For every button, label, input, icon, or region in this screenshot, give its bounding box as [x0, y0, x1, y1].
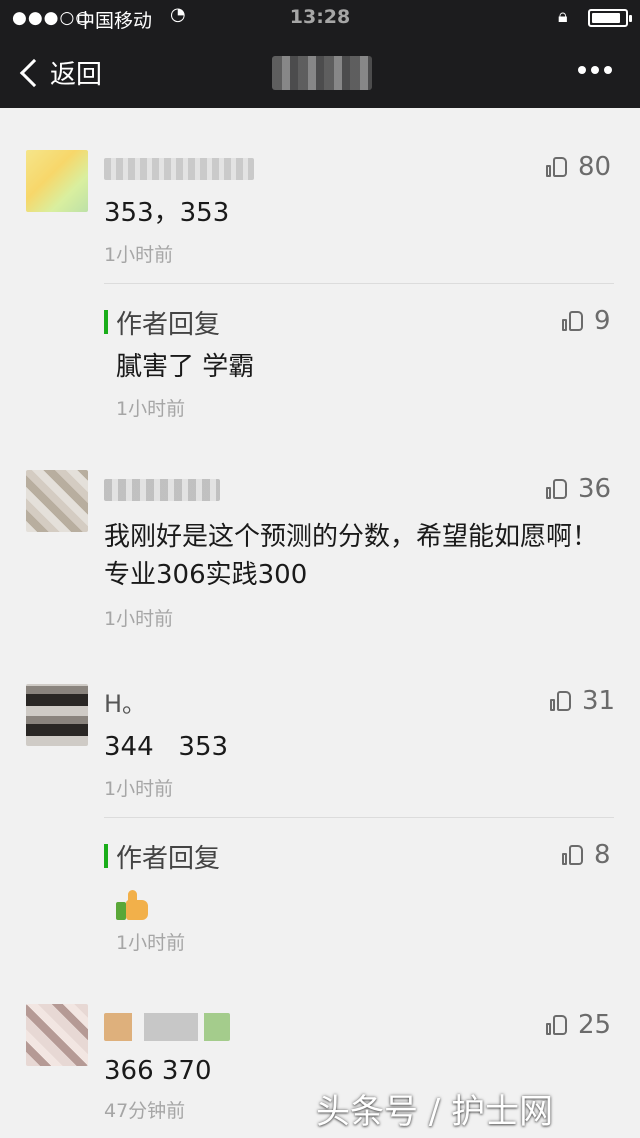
like-count: 8: [594, 840, 611, 870]
battery-icon: [588, 9, 632, 27]
more-dot-icon: [578, 66, 586, 74]
thumbs-up-icon: [546, 156, 568, 178]
rotation-lock-icon: 🔒︎: [558, 6, 568, 27]
like-button[interactable]: 80: [546, 152, 611, 182]
watermark: 头条号 / 护士网: [316, 1092, 554, 1132]
author-reply-label: 作者回复: [116, 310, 221, 340]
thumbs-up-emoji-icon: [116, 890, 152, 920]
reply-indicator-bar: [104, 310, 108, 334]
commenter-name: H。: [104, 690, 147, 718]
like-count: 9: [594, 306, 611, 336]
like-button[interactable]: 36: [546, 474, 611, 504]
commenter-name-blurred: [104, 1013, 230, 1041]
author-reply-label: 作者回复: [116, 844, 221, 874]
like-count: 31: [582, 686, 616, 716]
comment-text: 344 353: [104, 732, 229, 762]
more-dot-icon: [591, 66, 599, 74]
reply-indicator-bar: [104, 844, 108, 868]
comment-time: 47分钟前: [104, 1100, 186, 1122]
thumbs-up-icon: [546, 478, 568, 500]
avatar[interactable]: [26, 1004, 88, 1066]
reply-time: 1小时前: [116, 398, 186, 420]
comment-time: 1小时前: [104, 244, 174, 266]
navigation-bar: 返回: [0, 36, 640, 108]
avatar[interactable]: [26, 150, 88, 212]
back-label: 返回: [50, 60, 103, 90]
avatar[interactable]: [26, 470, 88, 532]
top-bar: ●●●○○ 中国移动 ◔ 13:28 🔒︎ 返回: [0, 0, 640, 108]
comment-time: 1小时前: [104, 608, 174, 630]
back-button[interactable]: 返回: [16, 54, 102, 91]
commenter-name-blurred: [104, 479, 220, 501]
like-button[interactable]: 8: [562, 840, 611, 870]
comment-text: 366 370: [104, 1056, 212, 1086]
like-button[interactable]: 31: [550, 686, 615, 716]
divider: [104, 817, 614, 818]
reply-text: 膩害了 学霸: [116, 352, 255, 382]
like-button[interactable]: 25: [546, 1010, 611, 1040]
status-bar: ●●●○○ 中国移动 ◔ 13:28 🔒︎: [0, 0, 640, 36]
comment-text: 353，353: [104, 198, 230, 228]
divider: [104, 283, 614, 284]
comment-text: 我刚好是这个预测的分数，希望能如愿啊！专业306实践300: [104, 522, 599, 590]
avatar[interactable]: [26, 684, 88, 746]
like-count: 80: [578, 152, 612, 182]
like-count: 36: [578, 474, 612, 504]
thumbs-up-icon: [562, 310, 584, 332]
thumbs-up-icon: [550, 690, 572, 712]
chevron-left-icon: [19, 58, 49, 87]
comment-list: 80 353，353 1小时前 作者回复 9 膩害了 学霸 1小时前 36 我刚…: [0, 108, 640, 1138]
status-time: 13:28: [289, 6, 351, 28]
reply-time: 1小时前: [116, 932, 186, 954]
more-dot-icon: [604, 66, 612, 74]
commenter-name-blurred: [104, 158, 254, 180]
more-options-button[interactable]: [578, 66, 612, 74]
page-title-blurred: [272, 56, 372, 90]
thumbs-up-icon: [546, 1014, 568, 1036]
like-count: 25: [578, 1010, 612, 1040]
thumbs-up-icon: [562, 844, 584, 866]
comment-time: 1小时前: [104, 778, 174, 800]
like-button[interactable]: 9: [562, 306, 611, 336]
